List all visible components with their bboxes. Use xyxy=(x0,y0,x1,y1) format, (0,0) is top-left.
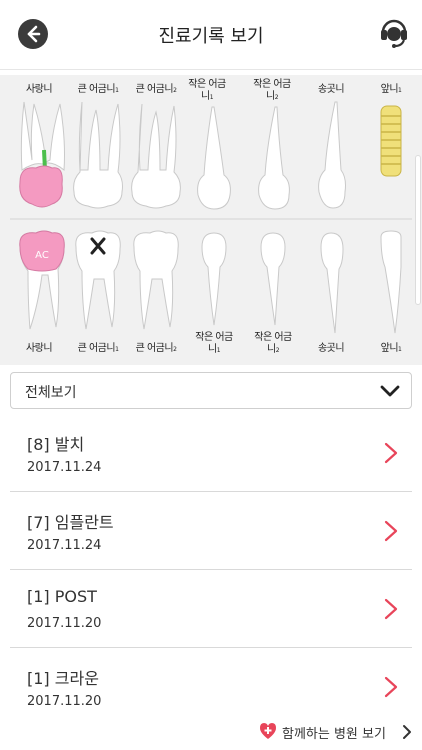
record-title: [1] 크라운 xyxy=(27,669,99,688)
upper-incisor-implant[interactable] xyxy=(361,100,421,215)
upper-premolar-2-tooth[interactable] xyxy=(243,105,303,215)
record-date: 2017.11.20 xyxy=(27,694,102,709)
tooth-label: 작은 어금니1 xyxy=(195,332,233,355)
headset-icon[interactable] xyxy=(378,15,410,51)
record-filter-select[interactable]: 전체보기 xyxy=(10,372,412,409)
tooth-chart: 사랑니 큰 어금니1 큰 어금니2 작은 어금니1 작은 어금니2 송곳니 앞니… xyxy=(0,75,422,365)
crown-marker: AC xyxy=(35,250,49,261)
record-list: [8] 발치 2017.11.24 [7] 임플란트 2017.11.24 [1… xyxy=(10,414,412,726)
tooth-label: 사랑니 xyxy=(25,343,53,354)
list-item[interactable]: [1] POST 2017.11.20 xyxy=(10,570,412,648)
record-title: [1] POST xyxy=(27,587,97,606)
chevron-down-icon xyxy=(380,385,400,397)
record-title: [8] 발치 xyxy=(27,435,85,454)
tooth-label: 앞니1 xyxy=(380,84,402,95)
chevron-right-icon xyxy=(403,725,411,739)
record-title: [7] 임플란트 xyxy=(27,513,114,532)
tooth-label: 큰 어금니2 xyxy=(135,84,177,95)
tooth-label: 큰 어금니1 xyxy=(77,343,119,354)
jaw-divider xyxy=(10,218,412,220)
chevron-right-icon xyxy=(384,598,398,620)
lower-molar-1-tooth[interactable] xyxy=(68,225,128,335)
tooth-label: 송곳니 xyxy=(317,84,345,95)
upper-wisdom-tooth[interactable] xyxy=(12,100,72,215)
record-date: 2017.11.24 xyxy=(27,460,102,475)
list-item[interactable]: [1] 크라운 2017.11.20 xyxy=(10,648,412,726)
lower-wisdom-tooth[interactable]: AC xyxy=(12,225,72,335)
upper-molar-1-tooth[interactable] xyxy=(68,100,128,215)
lower-molar-2-tooth[interactable] xyxy=(126,225,186,335)
tooth-label: 작은 어금니2 xyxy=(254,332,292,355)
lower-canine-tooth[interactable] xyxy=(301,227,361,337)
list-item[interactable]: [7] 임플란트 2017.11.24 xyxy=(10,492,412,570)
lower-incisor-tooth[interactable] xyxy=(361,227,421,337)
page-title: 진료기록 보기 xyxy=(158,26,264,47)
upper-molar-2-tooth[interactable] xyxy=(126,100,186,215)
tooth-label: 앞니1 xyxy=(380,343,402,354)
record-date: 2017.11.24 xyxy=(27,538,102,553)
tooth-label: 큰 어금니2 xyxy=(135,343,177,354)
heart-plus-icon xyxy=(260,723,276,739)
record-date: 2017.11.20 xyxy=(27,616,102,631)
partner-hospitals-label: 함께하는 병원 보기 xyxy=(282,727,386,742)
lower-premolar-2-tooth[interactable] xyxy=(243,227,303,327)
app-header: 진료기록 보기 xyxy=(0,0,422,70)
tooth-label: 작은 어금니1 xyxy=(188,79,226,102)
filter-selected-value: 전체보기 xyxy=(25,385,77,401)
tooth-label: 송곳니 xyxy=(317,343,345,354)
chevron-right-icon xyxy=(384,676,398,698)
partner-hospitals-link[interactable]: 함께하는 병원 보기 xyxy=(254,720,414,744)
chevron-right-icon xyxy=(384,520,398,542)
upper-premolar-1-tooth[interactable] xyxy=(184,105,244,215)
tooth-label: 사랑니 xyxy=(25,84,53,95)
tooth-label: 작은 어금니2 xyxy=(253,79,291,102)
lower-premolar-1-tooth[interactable] xyxy=(184,227,244,327)
list-item[interactable]: [8] 발치 2017.11.24 xyxy=(10,414,412,492)
chevron-right-icon xyxy=(384,442,398,464)
upper-canine-tooth[interactable] xyxy=(301,100,361,215)
tooth-label: 큰 어금니1 xyxy=(77,84,119,95)
